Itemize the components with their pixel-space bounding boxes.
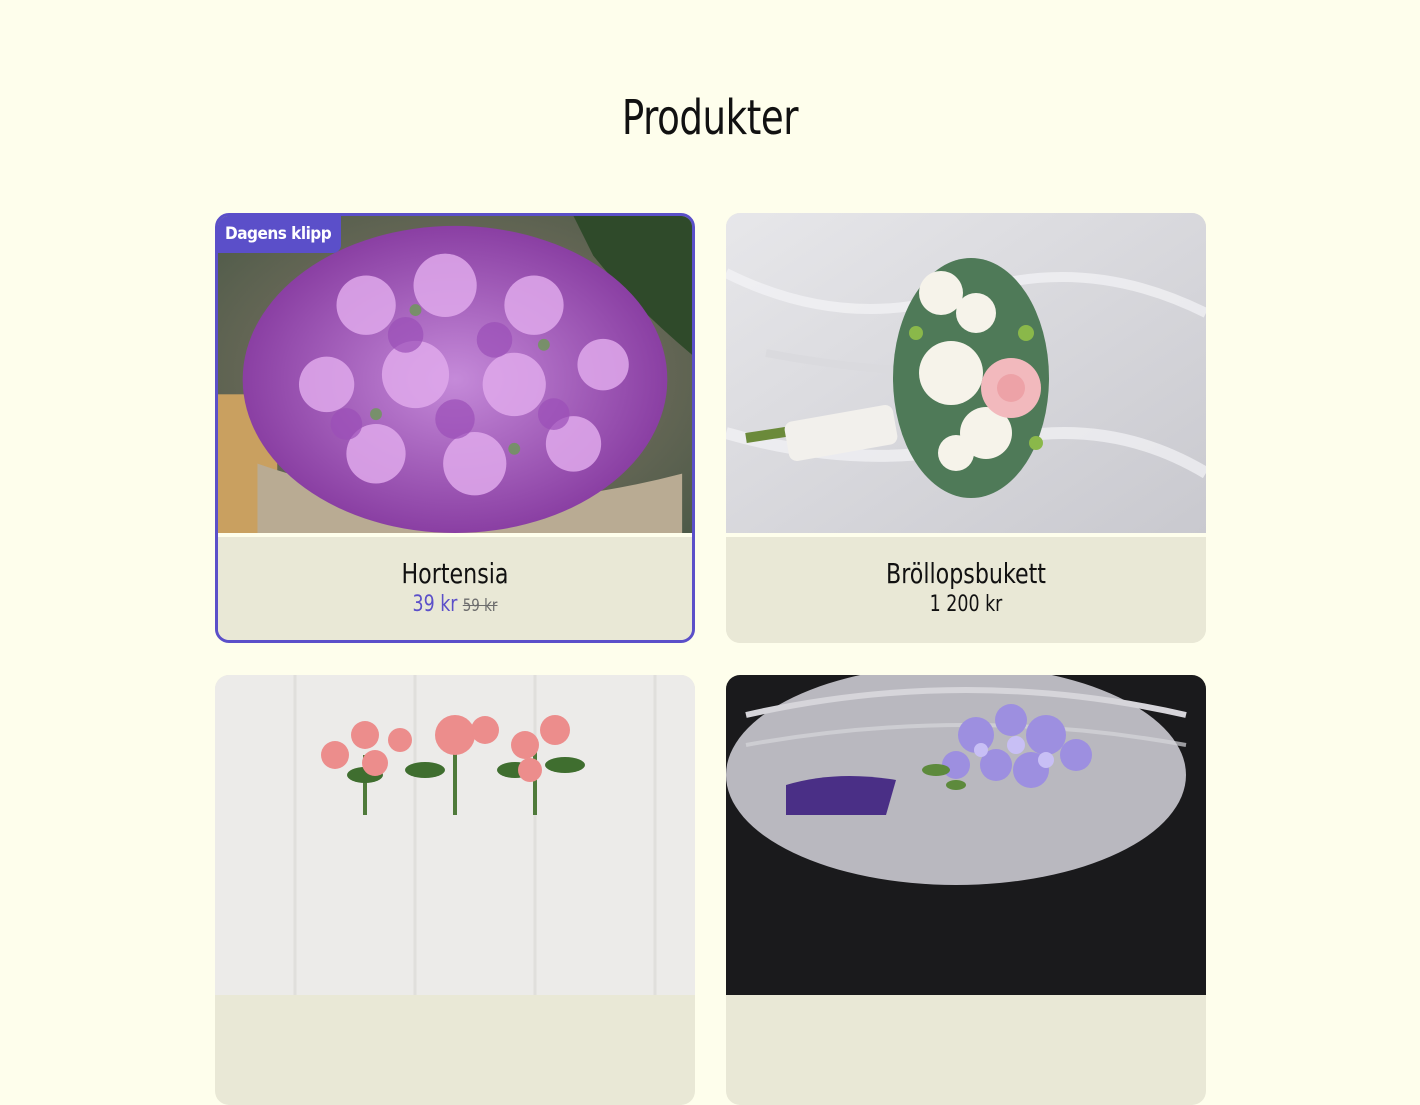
- product-card-roses[interactable]: [215, 675, 695, 1105]
- product-name: Bröllopsbukett: [886, 557, 1046, 590]
- page-title: Produkter: [621, 90, 799, 147]
- pink-roses-photo[interactable]: [215, 675, 695, 995]
- price-row: 39 kr 59 kr: [246, 592, 663, 617]
- product-info: Bröllopsbukett 1 200 kr: [726, 533, 1206, 643]
- product-card-purple-flowers[interactable]: [726, 675, 1206, 1105]
- product-price: 1 200 kr: [929, 592, 1003, 617]
- purple-flowers-photo[interactable]: [726, 675, 1206, 995]
- product-card-hortensia[interactable]: Dagens klipp Hortensia 39 kr 59 kr: [215, 213, 695, 643]
- product-name: Hortensia: [401, 557, 509, 590]
- wedding-bouquet-photo[interactable]: [726, 213, 1206, 533]
- product-card-brollopsbukett[interactable]: Bröllopsbukett 1 200 kr: [726, 213, 1206, 643]
- hydrangea-photo[interactable]: [218, 216, 692, 533]
- sale-price: 39 kr: [412, 592, 458, 617]
- original-price: 59 kr: [462, 596, 498, 616]
- product-info: Hortensia 39 kr 59 kr: [218, 533, 692, 640]
- deal-badge: Dagens klipp: [218, 216, 342, 253]
